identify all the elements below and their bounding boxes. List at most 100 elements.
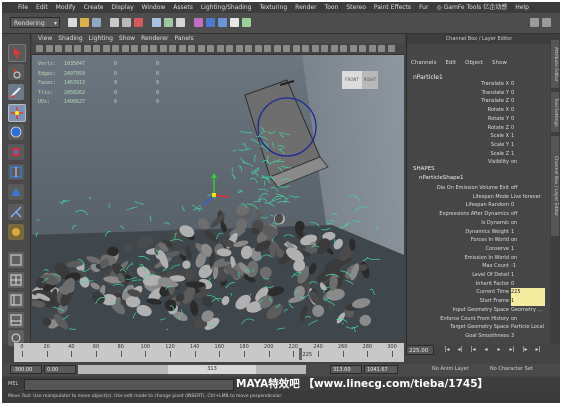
mel-input[interactable] — [24, 379, 234, 391]
channel-row[interactable]: Scale X1 — [411, 132, 543, 141]
panel-tool-icon[interactable] — [93, 45, 100, 52]
channel-row[interactable]: Lifespan Random 0 — [411, 201, 543, 210]
panel-tool-icon[interactable] — [140, 45, 148, 52]
panel-tool-icon[interactable] — [378, 45, 385, 52]
channel-box-menu-item[interactable]: Show — [492, 60, 507, 66]
panel-menu-item[interactable]: Lighting — [89, 35, 113, 42]
side-tab[interactable]: Channel Box / Layer Editor — [551, 136, 559, 236]
playback-end-field[interactable]: 313.00 — [330, 365, 362, 374]
animation-end-field[interactable]: 1041.67 — [364, 365, 398, 374]
render-icon[interactable] — [206, 18, 215, 27]
menu-item[interactable]: Fur — [419, 4, 428, 11]
channel-row[interactable]: Rotate X0 — [411, 106, 543, 115]
panel-tool-icon[interactable] — [245, 45, 252, 52]
channel-row[interactable]: Translate Y0 — [411, 89, 543, 98]
panel-tool-icon[interactable] — [45, 45, 53, 52]
panel-tool-icon[interactable] — [340, 45, 347, 52]
channel-row[interactable]: Inherit Factor 0 — [411, 280, 543, 289]
panel-menu-item[interactable]: View — [38, 35, 52, 42]
select-component-icon[interactable] — [134, 18, 143, 27]
viewcube-right[interactable]: RIGHT — [362, 71, 378, 89]
menu-item[interactable]: Create — [84, 4, 104, 11]
panel-tool-icon[interactable] — [112, 45, 119, 52]
menu-item[interactable]: Window — [142, 4, 166, 11]
channel-value[interactable]: 1 — [511, 228, 545, 237]
show-manip-icon[interactable] — [8, 204, 24, 220]
panel-menu-item[interactable]: Shading — [58, 35, 82, 42]
channel-row[interactable]: Input Geometry Space Geometry ... — [411, 306, 543, 315]
shape-node-name[interactable]: nParticleShape1 — [419, 175, 464, 181]
channel-row[interactable]: Forces In World on — [411, 236, 543, 245]
menu-item[interactable]: Lighting/Shading — [201, 4, 252, 11]
channel-row[interactable]: Lifespan Mode Live forever — [411, 193, 543, 202]
panel-tool-icon[interactable] — [292, 45, 300, 52]
select-hierarchy-icon[interactable] — [110, 18, 119, 27]
channel-row[interactable]: Start Frame 1 — [411, 297, 545, 307]
history-icon[interactable] — [194, 18, 203, 27]
channel-row[interactable]: Goal Smoothness 3 — [411, 332, 543, 341]
snap-curve-icon[interactable] — [164, 18, 173, 27]
side-tab[interactable]: Tool Settings — [551, 92, 559, 132]
range-slider-handle[interactable]: 313 — [168, 365, 256, 374]
perspective-viewport[interactable]: Verts: 1035047 0 0 Edges: 2497959 0 0 Faces: 1463… — [32, 55, 404, 339]
panel-tool-icon[interactable] — [55, 45, 62, 52]
panel-tool-icon[interactable] — [159, 45, 167, 52]
channel-value[interactable]: 225 — [511, 288, 545, 298]
viewcube[interactable]: FRONT RIGHT — [342, 67, 382, 91]
lasso-tool-icon[interactable] — [8, 64, 24, 80]
channel-value[interactable]: on — [511, 254, 545, 263]
paint-select-tool-icon[interactable] — [8, 84, 24, 100]
channel-value[interactable]: off — [511, 210, 545, 219]
panel-tool-icon[interactable] — [188, 45, 195, 52]
channel-box-menu-item[interactable]: Object — [465, 60, 483, 66]
go-to-start-icon[interactable]: |◂ — [442, 345, 452, 355]
channel-value[interactable]: 1 — [511, 141, 545, 150]
panel-tool-icon[interactable] — [264, 45, 271, 52]
panel-menu-item[interactable]: Renderer — [141, 35, 168, 42]
channel-value[interactable]: 0 — [511, 115, 545, 124]
menu-item[interactable]: Modify — [56, 4, 76, 11]
panel-tool-icon[interactable] — [216, 45, 224, 52]
last-tool-icon[interactable] — [8, 224, 24, 240]
panel-tool-icon[interactable] — [207, 45, 214, 52]
panel-tool-icon[interactable] — [302, 45, 309, 52]
channel-value[interactable]: Live forever — [511, 193, 545, 202]
soft-mod-icon[interactable] — [8, 184, 24, 200]
panel-tool-icon[interactable] — [131, 45, 138, 52]
move-tool-icon[interactable] — [8, 104, 26, 122]
animation-start-field[interactable]: -300.00 — [10, 365, 42, 374]
menu-item[interactable]: Help — [515, 4, 529, 11]
hypershade-icon[interactable] — [242, 18, 251, 27]
menu-item[interactable]: Paint Effects — [374, 4, 411, 11]
menu-item[interactable]: Texturing — [259, 4, 287, 11]
channel-row[interactable]: Level Of Detail 1 — [411, 271, 543, 280]
channel-value[interactable]: 0 — [511, 201, 545, 210]
ipr-render-icon[interactable] — [218, 18, 227, 27]
layout-persp-outliner-icon[interactable] — [8, 292, 24, 308]
channel-row[interactable]: Dynamics Weight 1 — [411, 228, 543, 237]
scale-tool-icon[interactable] — [8, 144, 24, 160]
channel-row[interactable]: Current Time 225 — [411, 288, 545, 298]
channel-row[interactable]: Is Dynamic on — [411, 219, 543, 228]
current-time-field[interactable]: 225.00 — [406, 345, 434, 355]
viewcube-front[interactable]: FRONT — [342, 71, 362, 89]
panel-tool-icon[interactable] — [150, 45, 157, 52]
panel-tool-icon[interactable] — [359, 45, 366, 52]
step-forward-key-icon[interactable]: |▸ — [520, 345, 530, 355]
play-forwards-icon[interactable]: ▸ — [494, 345, 504, 355]
panel-tool-icon[interactable] — [74, 45, 81, 52]
menu-item[interactable]: File — [18, 4, 28, 11]
channel-row[interactable]: Scale Z1 — [411, 150, 543, 159]
channel-row[interactable]: Rotate Z0 — [411, 124, 543, 133]
step-back-frame-icon[interactable]: |◂ — [468, 345, 478, 355]
channel-row[interactable]: Target Geometry Space Particle Local — [411, 323, 544, 332]
channel-row[interactable]: Max Count -1 — [411, 262, 543, 271]
channel-row[interactable]: Translate Z0 — [411, 97, 543, 106]
channel-value[interactable]: on — [511, 158, 545, 167]
panel-tool-icon[interactable] — [121, 45, 129, 52]
panel-tool-icon[interactable] — [178, 45, 186, 52]
layout-persp-graph-icon[interactable] — [8, 312, 24, 328]
channel-value[interactable]: on — [511, 236, 545, 245]
panel-tool-icon[interactable] — [349, 45, 357, 52]
channel-value[interactable]: off — [511, 184, 545, 193]
